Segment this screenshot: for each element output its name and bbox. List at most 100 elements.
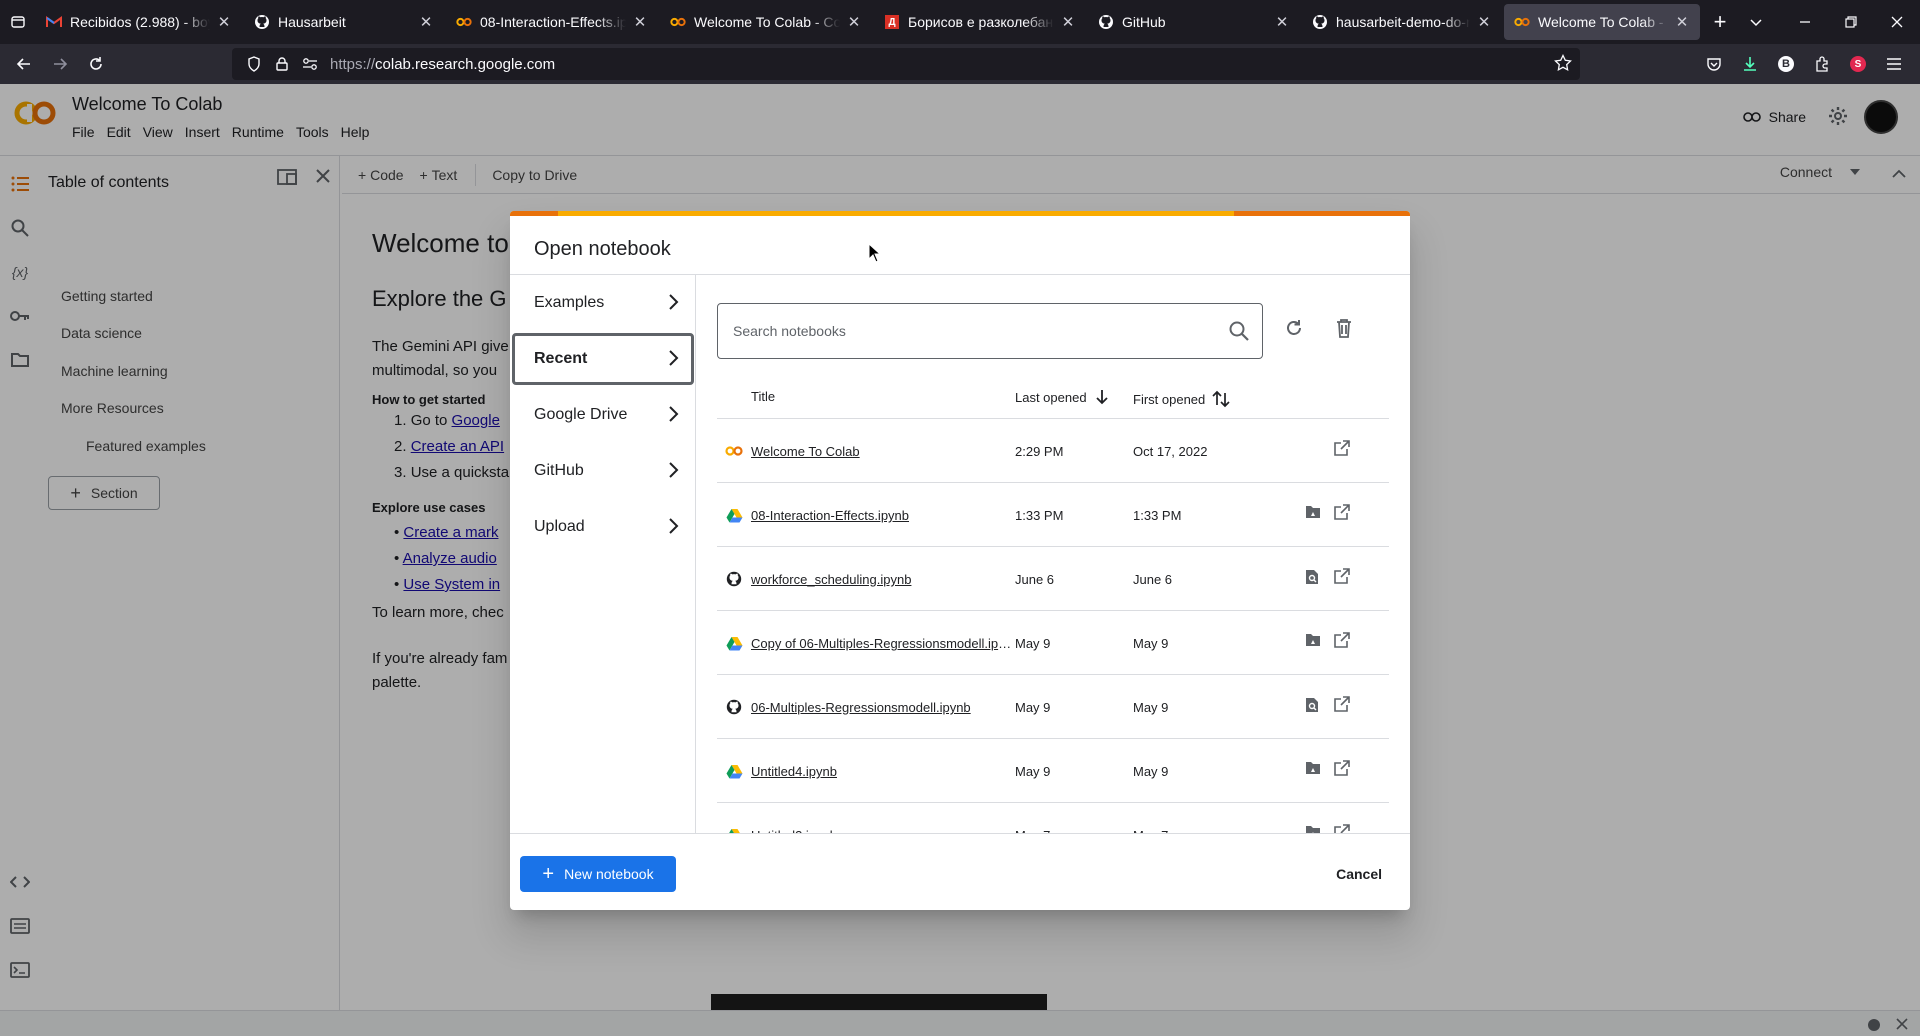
tab-close-icon[interactable]: ✕ xyxy=(1060,13,1076,31)
drive-location-button[interactable] xyxy=(1305,761,1321,778)
extension-b-icon[interactable]: B xyxy=(1768,48,1804,80)
profile-extension-icon[interactable]: S xyxy=(1840,48,1876,80)
column-last-opened[interactable]: Last opened xyxy=(1015,389,1109,405)
open-in-new-tab-icon[interactable] xyxy=(1334,568,1350,587)
new-notebook-label: New notebook xyxy=(564,866,654,882)
dialog-title: Open notebook xyxy=(534,238,671,260)
browser-tab[interactable]: 08-Interaction-Effects.ip ✕ xyxy=(446,4,658,40)
colab-source-icon xyxy=(725,443,743,459)
tab-title: 08-Interaction-Effects.ip xyxy=(480,14,626,30)
browser-nav-bar: https://colab.research.google.com B S xyxy=(0,44,1920,84)
browser-tab[interactable]: Welcome To Colab - Col ✕ xyxy=(1504,4,1700,40)
github-location-button[interactable] xyxy=(1305,569,1319,588)
url-bar[interactable]: https://colab.research.google.com xyxy=(232,48,1580,80)
browser-tab[interactable]: Recibidos (2.988) - boyk ✕ xyxy=(36,4,242,40)
drive-folder-icon xyxy=(1306,506,1320,518)
reload-button[interactable] xyxy=(78,48,114,80)
drive-location-button[interactable] xyxy=(1305,633,1321,650)
extensions-puzzle-icon[interactable] xyxy=(1804,48,1840,80)
github-source-icon xyxy=(725,699,743,715)
trash-icon[interactable] xyxy=(1333,317,1355,342)
search-input[interactable] xyxy=(733,323,1193,339)
github-source-icon xyxy=(725,571,743,587)
chevron-right-icon xyxy=(669,294,679,310)
column-first-opened[interactable]: First opened xyxy=(1133,389,1231,409)
last-opened-cell: 1:33 PM xyxy=(1015,508,1064,523)
open-in-new-tab-icon[interactable] xyxy=(1334,824,1350,833)
open-in-new-tab-icon[interactable] xyxy=(1334,440,1350,459)
nav-github[interactable]: GitHub xyxy=(512,445,694,497)
github-icon xyxy=(254,14,270,30)
nav-examples[interactable]: Examples xyxy=(512,277,694,329)
github-icon xyxy=(1098,14,1114,30)
table-row[interactable]: Untitled4.ipynb May 9 May 9 xyxy=(717,739,1389,803)
table-row[interactable]: 06-Multiples-Regressionsmodell.ipynb May … xyxy=(717,675,1389,739)
tab-close-icon[interactable]: ✕ xyxy=(216,13,232,31)
notebook-link[interactable]: Welcome To Colab xyxy=(751,444,1013,459)
browser-tab[interactable]: hausarbeit-demo-do-no ✕ xyxy=(1302,4,1502,40)
browser-tab[interactable]: Hausarbeit ✕ xyxy=(244,4,444,40)
window-restore-icon[interactable] xyxy=(1828,0,1874,44)
tab-overflow-chevron-icon[interactable] xyxy=(1738,0,1774,44)
table-row[interactable]: Welcome To Colab 2:29 PM Oct 17, 2022 xyxy=(717,419,1389,483)
open-in-new-tab-icon[interactable] xyxy=(1334,696,1350,715)
nav-recent[interactable]: Recent xyxy=(512,333,694,385)
drive-location-button[interactable] xyxy=(1305,505,1321,522)
open-in-new-tab-icon[interactable] xyxy=(1334,632,1350,651)
new-tab-icon[interactable]: + xyxy=(1702,0,1738,44)
tab-close-icon[interactable]: ✕ xyxy=(1476,13,1492,31)
app-menu-icon[interactable] xyxy=(1876,48,1912,80)
notebook-link[interactable]: Untitled4.ipynb xyxy=(751,764,1013,779)
tab-close-icon[interactable]: ✕ xyxy=(1674,13,1690,31)
tab-list-icon[interactable] xyxy=(0,0,36,44)
chevron-right-icon xyxy=(669,462,679,478)
table-row[interactable]: Untitled3.ipynbMay 7May 7 xyxy=(717,803,1389,833)
search-icon[interactable] xyxy=(1228,320,1250,342)
notebook-link[interactable]: Untitled3.ipynb xyxy=(751,828,1013,833)
notebook-link[interactable]: workforce_scheduling.ipynb xyxy=(751,572,1013,587)
back-button[interactable] xyxy=(6,48,42,80)
refresh-icon[interactable] xyxy=(1283,317,1305,342)
drive-location-button[interactable] xyxy=(1305,825,1321,833)
open-in-new-tab-icon[interactable] xyxy=(1334,504,1350,523)
browser-tab[interactable]: Welcome To Colab - Cola ✕ xyxy=(660,4,872,40)
tab-close-icon[interactable]: ✕ xyxy=(632,13,648,31)
search-field[interactable] xyxy=(717,303,1263,359)
forward-button[interactable] xyxy=(42,48,78,80)
first-opened-cell: 1:33 PM xyxy=(1133,508,1182,523)
permissions-icon[interactable] xyxy=(296,57,324,71)
colab-icon xyxy=(1514,14,1530,30)
notebook-link[interactable]: 08-Interaction-Effects.ipynb xyxy=(751,508,1013,523)
github-icon xyxy=(1312,14,1328,30)
tracking-shield-icon[interactable] xyxy=(240,56,268,72)
window-minimize-icon[interactable] xyxy=(1782,0,1828,44)
downloads-icon[interactable] xyxy=(1732,48,1768,80)
github-repo-icon xyxy=(1306,698,1318,712)
table-row[interactable]: 08-Interaction-Effects.ipynb 1:33 PM 1:33 … xyxy=(717,483,1389,547)
nav-upload[interactable]: Upload xyxy=(512,501,694,553)
browser-tab[interactable]: Д Борисов е разколебан ✕ xyxy=(874,4,1086,40)
cancel-button[interactable]: Cancel xyxy=(1324,856,1394,892)
table-row[interactable]: Copy of 06-Multiples-Regressionsmodell.i… xyxy=(717,611,1389,675)
bookmark-star-icon[interactable] xyxy=(1554,53,1572,76)
last-opened-cell: May 9 xyxy=(1015,764,1051,779)
github-location-button[interactable] xyxy=(1305,697,1319,716)
notebook-link[interactable]: Copy of 06-Multiples-Regressionsmodell.i… xyxy=(751,636,1013,651)
new-notebook-button[interactable]: + New notebook xyxy=(520,856,676,892)
tab-title: Welcome To Colab - Col xyxy=(1538,14,1668,30)
column-title[interactable]: Title xyxy=(751,389,775,404)
tab-title: Recibidos (2.988) - boyk xyxy=(70,14,210,30)
first-opened-cell: Oct 17, 2022 xyxy=(1133,444,1208,459)
open-in-new-tab-icon[interactable] xyxy=(1334,760,1350,779)
tab-close-icon[interactable]: ✕ xyxy=(846,13,862,31)
table-row[interactable]: workforce_scheduling.ipynb June 6 June 6 xyxy=(717,547,1389,611)
window-close-icon[interactable] xyxy=(1874,0,1920,44)
open-notebook-dialog: Open notebook Examples Recent Google Dri… xyxy=(510,211,1410,910)
pocket-icon[interactable] xyxy=(1696,48,1732,80)
lock-icon[interactable] xyxy=(268,57,296,71)
browser-tab[interactable]: GitHub ✕ xyxy=(1088,4,1300,40)
notebook-link[interactable]: 06-Multiples-Regressionsmodell.ipynb xyxy=(751,700,1013,715)
tab-close-icon[interactable]: ✕ xyxy=(1274,13,1290,31)
tab-close-icon[interactable]: ✕ xyxy=(418,13,434,31)
nav-google-drive[interactable]: Google Drive xyxy=(512,389,694,441)
